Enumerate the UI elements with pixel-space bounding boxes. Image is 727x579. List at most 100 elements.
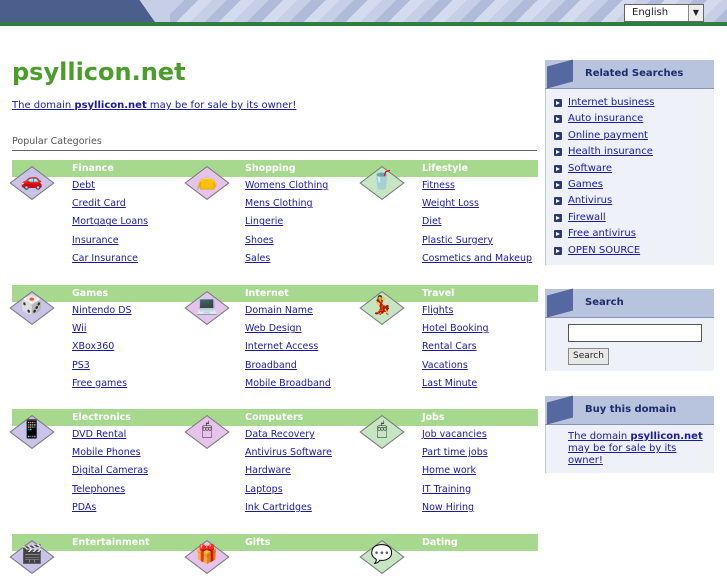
category-link[interactable]: Flights bbox=[422, 302, 489, 320]
category-link[interactable]: Now Hiring bbox=[422, 499, 488, 517]
mouse-icon: 🖱 bbox=[184, 414, 230, 454]
shopping-icon: 👝 bbox=[184, 165, 230, 205]
related-search-link[interactable]: Internet business bbox=[554, 95, 714, 111]
flag-icon bbox=[547, 395, 573, 425]
buy-domain-title: Buy this domain bbox=[585, 404, 677, 415]
sale-note-link[interactable]: The domain psyllicon.net may be for sale… bbox=[12, 100, 296, 111]
language-select-value: English bbox=[632, 7, 669, 18]
category-link[interactable]: Mens Clothing bbox=[245, 195, 328, 213]
page-title: psyllicon.net bbox=[12, 58, 186, 86]
category-title-gifts[interactable]: Gifts bbox=[245, 534, 270, 551]
category-title-electronics[interactable]: Electronics bbox=[72, 409, 131, 426]
category-link[interactable]: Hardware bbox=[245, 462, 332, 480]
related-search-link[interactable]: Games bbox=[554, 177, 714, 193]
category-link[interactable]: Debt bbox=[72, 177, 148, 195]
category-link[interactable]: Womens Clothing bbox=[245, 177, 328, 195]
language-select[interactable]: English ▼ bbox=[624, 4, 704, 22]
computer-icon: 💻 bbox=[184, 290, 230, 330]
category-link[interactable]: Vacations bbox=[422, 357, 489, 375]
category-link[interactable]: Cosmetics and Makeup bbox=[422, 250, 532, 268]
search-button[interactable]: Search bbox=[568, 348, 609, 365]
gift-icon: 🎁 bbox=[184, 539, 230, 579]
pda-icon: 📱 bbox=[9, 414, 55, 454]
related-search-link[interactable]: Health insurance bbox=[554, 144, 714, 160]
category-link[interactable]: Nintendo DS bbox=[72, 302, 132, 320]
category-link[interactable]: Free games bbox=[72, 375, 132, 393]
category-link[interactable]: Wii bbox=[72, 320, 132, 338]
category-title-dating[interactable]: Dating bbox=[422, 534, 458, 551]
category-link[interactable]: Lingerie bbox=[245, 213, 328, 231]
buy-domain-box: Buy this domain The domain psyllicon.net… bbox=[545, 395, 714, 473]
category-link[interactable]: Rental Cars bbox=[422, 338, 489, 356]
category-link[interactable]: Part time jobs bbox=[422, 444, 488, 462]
category-link[interactable]: Internet Access bbox=[245, 338, 331, 356]
related-searches-header: Related Searches bbox=[545, 59, 714, 89]
related-search-link[interactable]: OPEN SOURCE bbox=[554, 243, 714, 259]
category-link[interactable]: DVD Rental bbox=[72, 426, 148, 444]
category-links: Domain Name Web Design Internet Access Broa… bbox=[245, 302, 331, 393]
top-banner bbox=[0, 0, 727, 26]
category-link[interactable]: Mobile Broadband bbox=[245, 375, 331, 393]
entertainment-icon: 🎬 bbox=[9, 539, 55, 579]
category-link[interactable]: Mortgage Loans bbox=[72, 213, 148, 231]
category-link[interactable]: Hotel Booking bbox=[422, 320, 489, 338]
flag-icon bbox=[547, 59, 573, 89]
category-link[interactable]: Weight Loss bbox=[422, 195, 532, 213]
related-search-link[interactable]: Free antivirus bbox=[554, 226, 714, 242]
related-searches-list: Internet business Auto insurance Online pa… bbox=[545, 89, 714, 266]
category-link[interactable]: Job vacancies bbox=[422, 426, 488, 444]
category-title-finance[interactable]: Finance bbox=[72, 160, 114, 177]
related-search-link[interactable]: Antivirus bbox=[554, 193, 714, 209]
buy-domain-link[interactable]: The domain psyllicon.net may be for sale… bbox=[568, 431, 703, 466]
category-title-games[interactable]: Games bbox=[72, 285, 108, 302]
category-links: Flights Hotel Booking Rental Cars Vacations… bbox=[422, 302, 489, 393]
car-icon: 🚗 bbox=[9, 165, 55, 205]
category-title-travel[interactable]: Travel bbox=[422, 285, 454, 302]
category-link[interactable]: Plastic Surgery bbox=[422, 232, 532, 250]
category-link[interactable]: Credit Card bbox=[72, 195, 148, 213]
category-link[interactable]: Telephones bbox=[72, 481, 148, 499]
category-link[interactable]: Last Minute bbox=[422, 375, 489, 393]
category-link[interactable]: Insurance bbox=[72, 232, 148, 250]
chevron-down-icon[interactable]: ▼ bbox=[688, 5, 703, 21]
category-link[interactable]: Ink Cartridges bbox=[245, 499, 332, 517]
related-search-link[interactable]: Firewall bbox=[554, 210, 714, 226]
category-link[interactable]: Diet bbox=[422, 213, 532, 231]
category-link[interactable]: Mobile Phones bbox=[72, 444, 148, 462]
category-link[interactable]: Laptops bbox=[245, 481, 332, 499]
popular-categories-label: Popular Categories bbox=[12, 136, 102, 147]
search-input[interactable] bbox=[568, 324, 702, 342]
category-links: Debt Credit Card Mortgage Loans Insurance Ca… bbox=[72, 177, 148, 268]
category-link[interactable]: Antivirus Software bbox=[245, 444, 332, 462]
related-search-link[interactable]: Software bbox=[554, 161, 714, 177]
category-link[interactable]: PDAs bbox=[72, 499, 148, 517]
category-title-internet[interactable]: Internet bbox=[245, 285, 289, 302]
category-link[interactable]: Broadband bbox=[245, 357, 331, 375]
category-link[interactable]: PS3 bbox=[72, 357, 132, 375]
category-title-jobs[interactable]: Jobs bbox=[422, 409, 445, 426]
category-link[interactable]: Shoes bbox=[245, 232, 328, 250]
category-link[interactable]: XBox360 bbox=[72, 338, 132, 356]
category-title-shopping[interactable]: Shopping bbox=[245, 160, 296, 177]
buy-domain-header: Buy this domain bbox=[545, 395, 714, 425]
category-link[interactable]: Web Design bbox=[245, 320, 331, 338]
category-link[interactable]: Domain Name bbox=[245, 302, 331, 320]
category-link[interactable]: Digital Cameras bbox=[72, 462, 148, 480]
blender-icon: 🥤 bbox=[359, 165, 405, 205]
category-link[interactable]: Car Insurance bbox=[72, 250, 148, 268]
related-search-link[interactable]: Online payment bbox=[554, 128, 714, 144]
category-title-lifestyle[interactable]: Lifestyle bbox=[422, 160, 468, 177]
search-title: Search bbox=[585, 297, 624, 308]
search-box: Search Search bbox=[545, 288, 714, 371]
dating-icon: 💬 bbox=[359, 539, 405, 579]
category-links: Fitness Weight Loss Diet Plastic Surgery Cos… bbox=[422, 177, 532, 268]
category-link[interactable]: Data Recovery bbox=[245, 426, 332, 444]
category-link[interactable]: Fitness bbox=[422, 177, 532, 195]
category-title-entertainment[interactable]: Entertainment bbox=[72, 534, 150, 551]
category-link[interactable]: Home work bbox=[422, 462, 488, 480]
category-title-computers[interactable]: Computers bbox=[245, 409, 303, 426]
category-link[interactable]: Sales bbox=[245, 250, 328, 268]
related-searches-box: Related Searches Internet business Auto i… bbox=[545, 59, 714, 266]
category-link[interactable]: IT Training bbox=[422, 481, 488, 499]
related-search-link[interactable]: Auto insurance bbox=[554, 111, 714, 127]
